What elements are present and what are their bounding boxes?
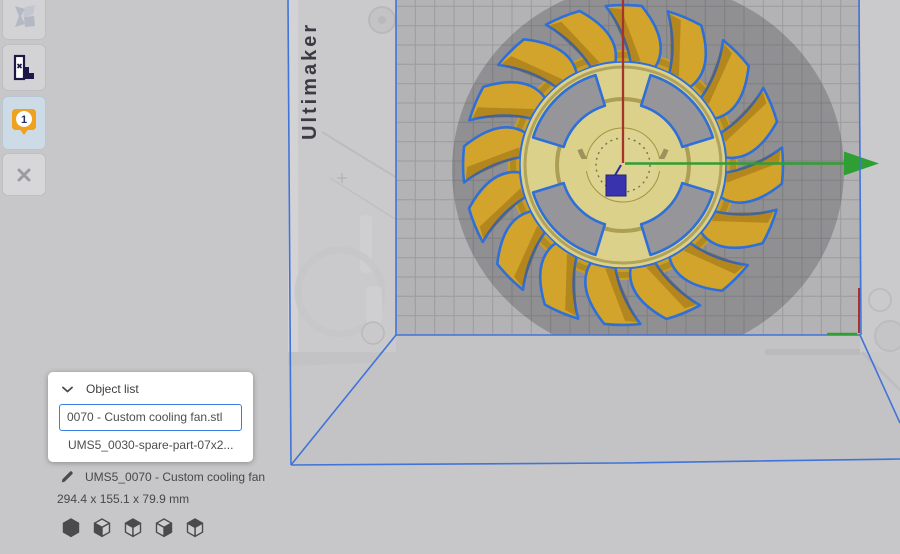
move-handle-square[interactable]	[606, 175, 626, 196]
marker-count: 1	[21, 114, 27, 126]
marker-pin-icon: 1	[8, 106, 40, 140]
view-right-button[interactable]	[184, 516, 206, 540]
view-left-button[interactable]	[153, 516, 175, 540]
view-front-button[interactable]	[91, 516, 113, 540]
object-list-header[interactable]: Object list	[59, 381, 242, 397]
view-right-cube-icon	[184, 517, 206, 539]
object-list-item-selected[interactable]: 0070 - Custom cooling fan.stl	[59, 404, 242, 431]
camera-view-buttons	[60, 516, 206, 540]
view-3d-button[interactable]	[60, 516, 82, 540]
object-list-panel: Object list 0070 - Custom cooling fan.st…	[48, 372, 253, 462]
view-top-cube-icon	[122, 517, 144, 539]
per-model-settings-button[interactable]	[2, 44, 46, 91]
selected-object-dimensions: 294.4 x 155.1 x 79.9 mm	[57, 492, 189, 506]
rename-pencil-icon[interactable]	[60, 469, 75, 484]
close-icon	[11, 162, 37, 188]
view-3d-cube-icon	[60, 517, 82, 539]
view-front-cube-icon	[91, 517, 113, 539]
printer-brand-text: Ultimaker	[299, 22, 321, 140]
mirror-tool-button[interactable]	[2, 0, 46, 40]
mirror-icon	[9, 1, 39, 31]
selected-object-name: UMS5_0070 - Custom cooling fan	[85, 470, 265, 484]
selected-object-row: UMS5_0070 - Custom cooling fan	[60, 469, 265, 484]
object-list-title: Object list	[86, 382, 139, 396]
settings-count-marker-button[interactable]: 1	[2, 96, 46, 150]
view-top-button[interactable]	[122, 516, 144, 540]
chevron-down-icon	[62, 386, 73, 393]
clear-settings-button[interactable]	[2, 153, 46, 196]
object-list-item[interactable]: UMS5_0030-spare-part-07x2...	[59, 431, 242, 457]
per-model-settings-icon	[10, 53, 38, 83]
view-left-cube-icon	[153, 517, 175, 539]
